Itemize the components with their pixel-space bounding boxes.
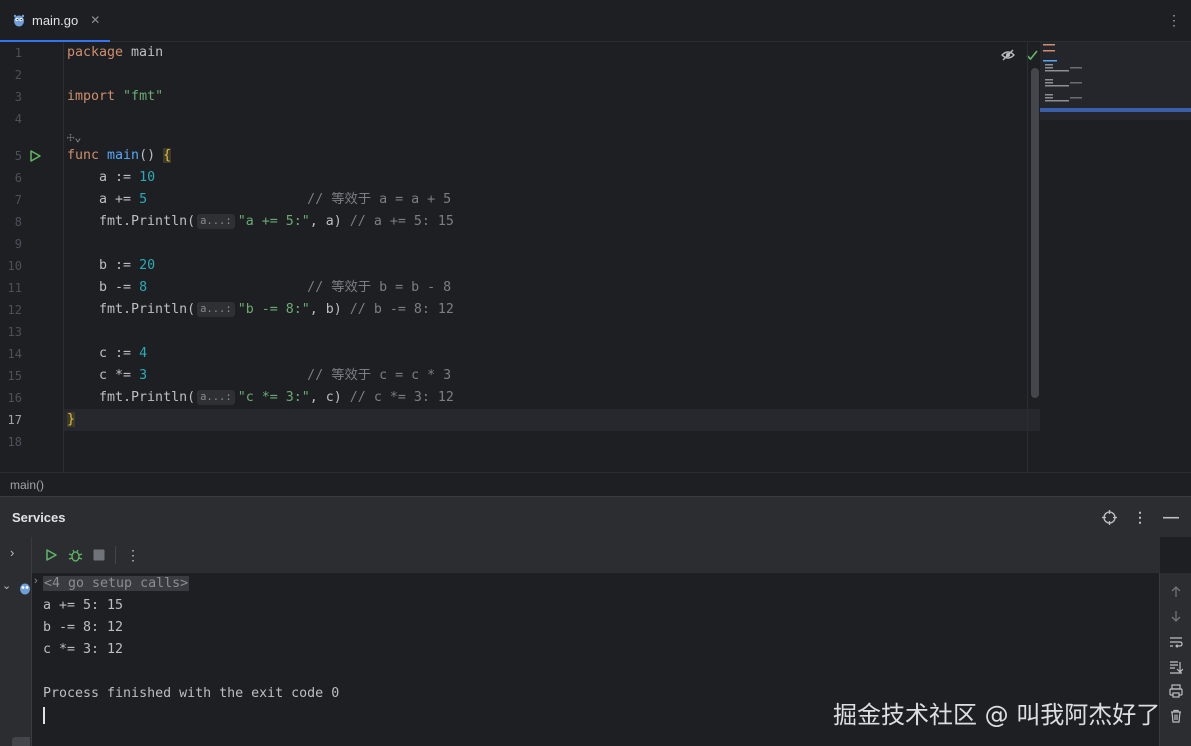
run-icon[interactable]: [28, 149, 42, 163]
console-line: a += 5: 15: [43, 598, 124, 613]
line-number: 2: [14, 68, 22, 82]
console-line: Process finished with the exit code 0: [43, 686, 340, 701]
close-icon[interactable]: ✕: [90, 13, 100, 27]
more-options-icon[interactable]: ⋮: [1167, 12, 1181, 29]
services-header: Services ⋮ —: [0, 497, 1191, 537]
code-area[interactable]: package main import "fmt" ☩⌄ func main()…: [67, 42, 1027, 472]
go-service-icon[interactable]: [18, 581, 32, 595]
debug-icon[interactable]: [68, 548, 83, 563]
tab-main-go[interactable]: main.go ✕: [0, 0, 110, 42]
author-hint[interactable]: ☩⌄: [67, 130, 81, 144]
line-number: 12: [7, 303, 22, 317]
console-line: c *= 3: 12: [43, 642, 124, 657]
divider: [115, 546, 116, 564]
param-hint: a...:: [197, 302, 235, 317]
code-line: b := 20: [67, 258, 156, 273]
minimap[interactable]: [1040, 42, 1191, 472]
param-hint: a...:: [197, 390, 235, 405]
line-number: 15: [7, 369, 22, 383]
setup-calls-fold[interactable]: <4 go setup calls>: [43, 576, 190, 591]
line-number: 11: [7, 281, 22, 295]
line-number: 5: [14, 149, 22, 163]
code-line: import "fmt": [67, 89, 164, 104]
breadcrumb-item[interactable]: main(): [10, 478, 44, 492]
expand-arrow-icon[interactable]: ›: [34, 575, 38, 587]
editor-tab-bar: main.go ✕ ⋮: [0, 0, 1191, 42]
text-caret: [43, 707, 45, 724]
code-line: fmt.Println(a...: "c *= 3:", c) // c *= 3…: [67, 390, 454, 405]
go-file-icon: [13, 14, 25, 27]
line-number: 18: [7, 435, 22, 449]
crosshair-icon[interactable]: [1102, 510, 1117, 525]
line-number-gutter: 1 2 3 4 5 6 7 8 9 10 11 12 13 14 15 16 1…: [0, 42, 64, 472]
minimap-current-line: [1040, 108, 1191, 112]
code-line: c := 4: [67, 346, 148, 361]
chevron-down-icon[interactable]: ⌄: [2, 579, 11, 592]
arrow-down-icon[interactable]: [1169, 609, 1183, 623]
line-number: 7: [14, 193, 22, 207]
scroll-to-end-icon[interactable]: [1169, 660, 1183, 674]
line-number: 1: [14, 46, 22, 60]
print-icon[interactable]: [1169, 684, 1183, 698]
line-number: 6: [14, 171, 22, 185]
line-number: 16: [7, 391, 22, 405]
code-editor[interactable]: 1 2 3 4 5 6 7 8 9 10 11 12 13 14 15 16 1…: [0, 42, 1191, 472]
console-line: b -= 8: 12: [43, 620, 124, 635]
services-title: Services: [12, 509, 66, 525]
reader-mode-icon[interactable]: [1001, 48, 1015, 62]
code-line: }: [67, 412, 76, 427]
code-line: a := 10: [67, 170, 156, 185]
stop-icon[interactable]: [93, 549, 105, 561]
console-toolbar: ⋮: [32, 537, 1160, 573]
soft-wrap-icon[interactable]: [1169, 635, 1183, 649]
code-line: b -= 8 // 等效于 b = b - 8: [67, 280, 452, 295]
more-options-icon[interactable]: ⋮: [1133, 509, 1147, 526]
line-number: 8: [14, 215, 22, 229]
code-line: fmt.Println(a...: "a += 5:", a) // a += 5…: [67, 214, 454, 229]
run-icon[interactable]: [44, 548, 58, 562]
param-hint: a...:: [197, 214, 235, 229]
code-line: func main() {: [67, 148, 172, 163]
watermark: 掘金技术社区 @ 叫我阿杰好了: [833, 701, 1161, 729]
tab-label: main.go: [32, 12, 79, 28]
line-number: 4: [14, 112, 22, 126]
minimize-icon[interactable]: —: [1163, 509, 1179, 525]
code-line: package main: [67, 45, 164, 60]
breadcrumb: main(): [0, 472, 1191, 496]
editor-scrollbar-thumb[interactable]: [1031, 68, 1039, 398]
trash-icon[interactable]: [1169, 709, 1183, 723]
line-number: 13: [7, 325, 22, 339]
arrow-up-icon[interactable]: [1169, 585, 1183, 599]
code-line: fmt.Println(a...: "b -= 8:", b) // b -= 8…: [67, 302, 454, 317]
code-line: c *= 3 // 等效于 c = c * 3: [67, 368, 452, 383]
line-number: 9: [14, 237, 22, 251]
tree-item-selected[interactable]: [12, 737, 30, 746]
services-tree[interactable]: › ⌄: [0, 537, 31, 746]
chevron-right-icon[interactable]: ›: [10, 545, 14, 560]
line-number: 3: [14, 90, 22, 104]
console-output[interactable]: <4 go setup calls> a += 5: 15 b -= 8: 12…: [43, 573, 339, 701]
console-line: <4 go setup calls>: [43, 573, 190, 595]
more-options-icon[interactable]: ⋮: [126, 547, 140, 564]
line-number: 10: [7, 259, 22, 273]
console-side-toolbar: [1159, 573, 1191, 746]
line-number: 14: [7, 347, 22, 361]
code-line: a += 5 // 等效于 a = a + 5: [67, 192, 452, 207]
line-number-current: 17: [7, 413, 22, 427]
